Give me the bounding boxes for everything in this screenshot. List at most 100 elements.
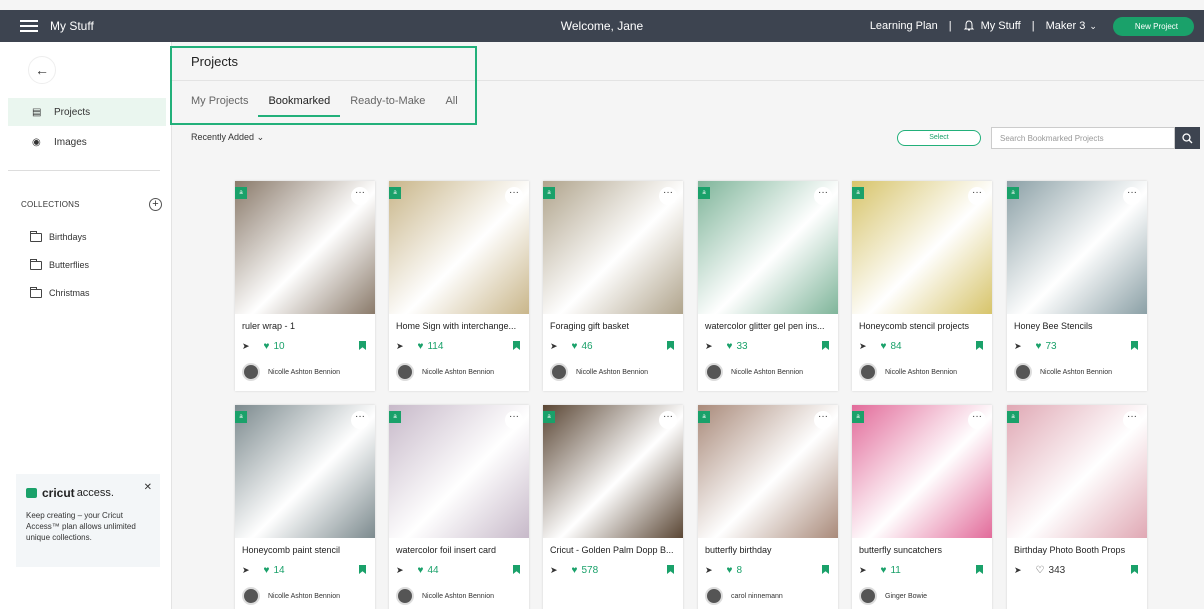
- project-title[interactable]: Foraging gift basket: [550, 321, 678, 331]
- project-title[interactable]: ruler wrap - 1: [242, 321, 370, 331]
- heart-icon[interactable]: ♥: [727, 341, 733, 352]
- project-title[interactable]: Honeycomb paint stencil: [242, 545, 370, 555]
- bookmark-icon[interactable]: [976, 341, 983, 350]
- author[interactable]: Nicolle Ashton Bennion: [242, 363, 340, 381]
- my-stuff-link[interactable]: My Stuff: [981, 20, 1021, 32]
- heart-icon[interactable]: ♥: [727, 565, 733, 576]
- bookmark-icon[interactable]: [513, 565, 520, 574]
- bookmark-icon[interactable]: [359, 565, 366, 574]
- project-title[interactable]: butterfly birthday: [705, 545, 833, 555]
- project-card[interactable]: a ··· Honey Bee Stencils ➤ ♥ 73 Nicolle …: [1007, 181, 1147, 391]
- bookmark-icon[interactable]: [667, 341, 674, 350]
- heart-icon[interactable]: ♥: [881, 341, 887, 352]
- search-button[interactable]: [1175, 127, 1200, 149]
- share-icon[interactable]: ➤: [242, 565, 250, 576]
- project-title[interactable]: Honey Bee Stencils: [1014, 321, 1142, 331]
- project-card[interactable]: a ··· Cricut - Golden Palm Dopp B... ➤ ♥…: [543, 405, 683, 609]
- heart-icon[interactable]: ♥: [264, 341, 270, 352]
- author[interactable]: carol ninnemann: [705, 587, 783, 605]
- project-card[interactable]: a ··· Home Sign with interchange... ➤ ♥ …: [389, 181, 529, 391]
- project-card[interactable]: a ··· Birthday Photo Booth Props ➤ ♡ 343: [1007, 405, 1147, 609]
- search-input[interactable]: Search Bookmarked Projects: [991, 127, 1175, 149]
- learning-plan-link[interactable]: Learning Plan: [870, 20, 938, 32]
- author[interactable]: Nicolle Ashton Bennion: [396, 587, 494, 605]
- collection-item[interactable]: Christmas: [30, 286, 90, 298]
- more-options-icon[interactable]: ···: [968, 411, 986, 429]
- tab-all[interactable]: All: [445, 95, 457, 117]
- collection-item[interactable]: Birthdays: [30, 230, 87, 242]
- bell-icon[interactable]: [963, 20, 975, 32]
- more-options-icon[interactable]: ···: [505, 411, 523, 429]
- bookmark-icon[interactable]: [1131, 565, 1138, 574]
- project-card[interactable]: a ··· watercolor glitter gel pen ins... …: [698, 181, 838, 391]
- heart-icon[interactable]: ♥: [264, 565, 270, 576]
- bookmark-icon[interactable]: [976, 565, 983, 574]
- author[interactable]: Ginger Bowie: [859, 587, 927, 605]
- new-project-button[interactable]: New Project: [1112, 16, 1194, 36]
- sort-dropdown[interactable]: Recently Added ⌄: [191, 132, 264, 143]
- more-options-icon[interactable]: ···: [1123, 411, 1141, 429]
- bookmark-icon[interactable]: [513, 341, 520, 350]
- tab-ready-to-make[interactable]: Ready-to-Make: [350, 95, 425, 117]
- share-icon[interactable]: ➤: [705, 341, 713, 352]
- more-options-icon[interactable]: ···: [968, 187, 986, 205]
- share-icon[interactable]: ➤: [550, 565, 558, 576]
- heart-icon[interactable]: ♥: [418, 341, 424, 352]
- project-title[interactable]: Cricut - Golden Palm Dopp B...: [550, 545, 678, 555]
- bookmark-icon[interactable]: [822, 341, 829, 350]
- heart-icon[interactable]: ♥: [418, 565, 424, 576]
- author[interactable]: Nicolle Ashton Bennion: [550, 363, 648, 381]
- project-title[interactable]: butterfly suncatchers: [859, 545, 987, 555]
- share-icon[interactable]: ➤: [242, 341, 250, 352]
- project-card[interactable]: a ··· Foraging gift basket ➤ ♥ 46 Nicoll…: [543, 181, 683, 391]
- machine-selector[interactable]: Maker 3 ⌄: [1046, 20, 1097, 32]
- heart-icon[interactable]: ♥: [572, 565, 578, 576]
- project-title[interactable]: watercolor glitter gel pen ins...: [705, 321, 833, 331]
- sidebar-item-images[interactable]: ◉ Images: [8, 128, 166, 156]
- select-button[interactable]: Select: [897, 130, 981, 146]
- share-icon[interactable]: ➤: [859, 341, 867, 352]
- heart-icon[interactable]: ♥: [1036, 341, 1042, 352]
- share-icon[interactable]: ➤: [859, 565, 867, 576]
- author[interactable]: Nicolle Ashton Bennion: [705, 363, 803, 381]
- share-icon[interactable]: ➤: [550, 341, 558, 352]
- bookmark-icon[interactable]: [1131, 341, 1138, 350]
- more-options-icon[interactable]: ···: [814, 411, 832, 429]
- tab-my-projects[interactable]: My Projects: [191, 95, 248, 117]
- sidebar-item-projects[interactable]: ▤ Projects: [8, 98, 166, 126]
- back-arrow-icon[interactable]: ←: [28, 56, 56, 84]
- heart-icon[interactable]: ♥: [881, 565, 887, 576]
- bookmark-icon[interactable]: [359, 341, 366, 350]
- more-options-icon[interactable]: ···: [1123, 187, 1141, 205]
- project-title[interactable]: watercolor foil insert card: [396, 545, 524, 555]
- author[interactable]: Nicolle Ashton Bennion: [859, 363, 957, 381]
- project-card[interactable]: a ··· butterfly suncatchers ➤ ♥ 11 Ginge…: [852, 405, 992, 609]
- bookmark-icon[interactable]: [667, 565, 674, 574]
- more-options-icon[interactable]: ···: [351, 187, 369, 205]
- share-icon[interactable]: ➤: [396, 565, 404, 576]
- close-icon[interactable]: ✕: [144, 482, 152, 493]
- collection-item[interactable]: Butterflies: [30, 258, 89, 270]
- author[interactable]: Nicolle Ashton Bennion: [396, 363, 494, 381]
- project-card[interactable]: a ··· Honeycomb stencil projects ➤ ♥ 84 …: [852, 181, 992, 391]
- project-title[interactable]: Birthday Photo Booth Props: [1014, 545, 1142, 555]
- heart-icon[interactable]: ♡: [1036, 565, 1045, 576]
- project-card[interactable]: a ··· watercolor foil insert card ➤ ♥ 44…: [389, 405, 529, 609]
- bookmark-icon[interactable]: [822, 565, 829, 574]
- hamburger-menu-icon[interactable]: [20, 20, 38, 32]
- heart-icon[interactable]: ♥: [572, 341, 578, 352]
- share-icon[interactable]: ➤: [396, 341, 404, 352]
- project-title[interactable]: Home Sign with interchange...: [396, 321, 524, 331]
- add-collection-icon[interactable]: +: [149, 198, 162, 211]
- author[interactable]: Nicolle Ashton Bennion: [242, 587, 340, 605]
- more-options-icon[interactable]: ···: [351, 411, 369, 429]
- author[interactable]: Nicolle Ashton Bennion: [1014, 363, 1112, 381]
- tab-bookmarked[interactable]: Bookmarked: [258, 95, 341, 117]
- share-icon[interactable]: ➤: [705, 565, 713, 576]
- more-options-icon[interactable]: ···: [659, 411, 677, 429]
- share-icon[interactable]: ➤: [1014, 565, 1022, 576]
- more-options-icon[interactable]: ···: [659, 187, 677, 205]
- share-icon[interactable]: ➤: [1014, 341, 1022, 352]
- project-card[interactable]: a ··· butterfly birthday ➤ ♥ 8 carol nin…: [698, 405, 838, 609]
- project-card[interactable]: a ··· Honeycomb paint stencil ➤ ♥ 14 Nic…: [235, 405, 375, 609]
